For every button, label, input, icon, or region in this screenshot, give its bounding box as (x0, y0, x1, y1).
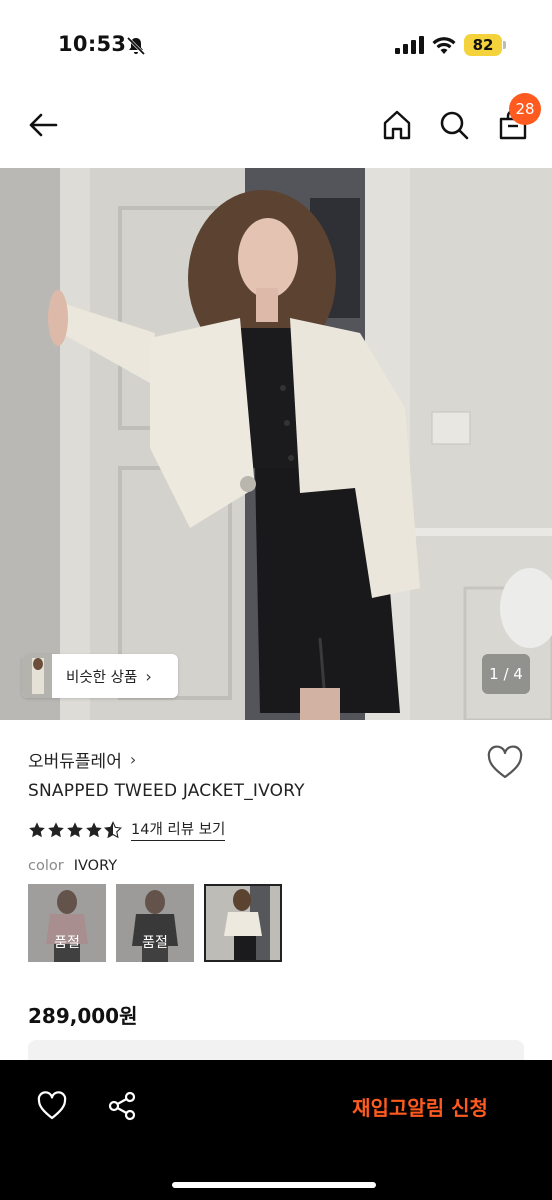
color-row: color IVORY (28, 858, 117, 874)
bottom-action-bar: 재입고알림 신청 (0, 1060, 552, 1200)
star-icon (29, 821, 45, 837)
battery-icon: 82 (464, 34, 502, 56)
chevron-right-icon: › (145, 666, 152, 686)
chevron-right-icon: › (129, 750, 137, 769)
star-icon (86, 821, 102, 837)
image-pager: 1 / 4 (482, 654, 530, 694)
price: 289,000원 (28, 1004, 138, 1028)
star-icon (48, 821, 64, 837)
nav-bar (0, 90, 552, 168)
back-arrow-icon[interactable] (26, 108, 60, 142)
brand-name: 오버듀플레어 (28, 752, 122, 772)
review-link[interactable]: 14개 리뷰 보기 (131, 818, 226, 841)
color-value: IVORY (73, 858, 118, 874)
bell-off-icon (126, 36, 146, 56)
similar-products-label: 비슷한 상품 (66, 669, 138, 686)
product-photo (0, 168, 552, 720)
soldout-label: 품절 (54, 935, 80, 951)
heart-icon[interactable] (36, 1090, 68, 1122)
home-indicator[interactable] (172, 1182, 376, 1188)
search-icon[interactable] (437, 108, 471, 142)
color-swatch-black[interactable]: 품절 (116, 884, 194, 962)
soldout-label: 품절 (142, 935, 168, 951)
cart-count-badge: 28 (509, 93, 541, 125)
home-icon[interactable] (380, 108, 414, 142)
wifi-icon (432, 37, 456, 54)
product-name: SNAPPED TWEED JACKET_IVORY (28, 781, 305, 801)
restock-alert-button[interactable]: 재입고알림 신청 (330, 1088, 510, 1128)
similar-products-thumbnail (22, 654, 52, 698)
half-star-icon (104, 820, 122, 838)
status-time: 10:53 (58, 32, 127, 56)
swatch-image (206, 886, 280, 960)
star-icon (67, 821, 83, 837)
status-bar: 10:53 82 (0, 0, 552, 90)
heart-icon[interactable] (486, 744, 524, 782)
similar-products-button[interactable]: 비슷한 상품 › (22, 654, 178, 698)
rating-stars (28, 820, 123, 839)
color-swatch-ivory[interactable] (204, 884, 282, 962)
signal-icon (395, 36, 424, 54)
rating-row: 14개 리뷰 보기 (28, 818, 226, 841)
brand-link[interactable]: 오버듀플레어 › (28, 747, 136, 772)
share-icon[interactable] (106, 1090, 138, 1122)
color-label: color (28, 858, 64, 874)
product-image-carousel[interactable]: 비슷한 상품 › 1 / 4 (0, 168, 552, 720)
color-swatch-pink[interactable]: 품절 (28, 884, 106, 962)
battery-cap (503, 41, 506, 49)
